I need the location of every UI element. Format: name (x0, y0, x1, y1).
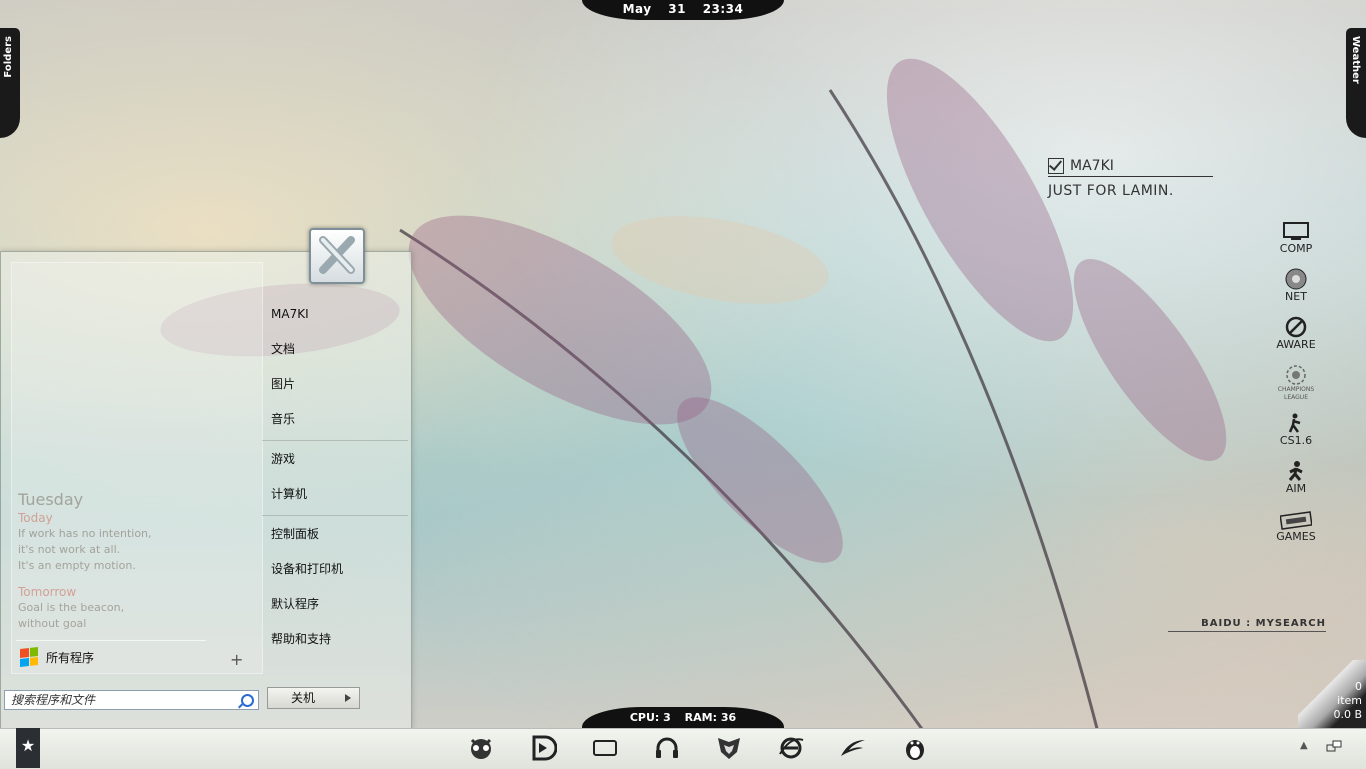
network-icon[interactable] (1326, 740, 1342, 754)
agenda-line: If work has no intention, (18, 527, 152, 540)
agenda-line: without goal (18, 617, 87, 630)
counter-strike-icon (1288, 413, 1301, 433)
tray-expand-icon[interactable]: ▲ (1300, 740, 1308, 751)
launcher-comp[interactable]: COMP (1270, 220, 1322, 268)
taskbar-app[interactable] (512, 733, 574, 763)
bird-icon (841, 740, 865, 756)
recycle-bin-info: 0 item 0.0 B (1333, 680, 1362, 722)
agenda-overlay: Tuesday Today If work has no intention, … (18, 492, 248, 632)
menu-item-control-panel[interactable]: 控制面板 (262, 518, 408, 553)
checkbox-icon[interactable] (1048, 158, 1064, 174)
note-text: JUST FOR LAMIN. (1048, 183, 1174, 199)
play-icon (532, 735, 557, 761)
launcher-label: AWARE (1276, 338, 1316, 351)
launcher-label: CS1.6 (1279, 434, 1313, 447)
launcher-games[interactable]: GAMES (1270, 508, 1322, 556)
taskbar-app[interactable] (884, 733, 946, 763)
note-title: MA7KI (1070, 158, 1114, 174)
shutdown-button[interactable]: 关机 (267, 687, 339, 709)
launcher-dock: COMP NET AWARE CHAMPIONS LEAGUE CS1.6 AI… (1270, 220, 1322, 556)
menu-item-pictures[interactable]: 图片 (262, 368, 408, 403)
ram-usage: RAM: 36 (684, 711, 737, 724)
menu-item-default-programs[interactable]: 默认程序 (262, 588, 408, 623)
menu-item-games[interactable]: 游戏 (262, 443, 408, 478)
divider (262, 440, 408, 441)
launcher-label: NET (1285, 290, 1307, 303)
launcher-aim[interactable]: AIM (1270, 460, 1322, 508)
launcher-label: CHAMPIONS LEAGUE (1277, 386, 1315, 401)
globe-icon (1285, 268, 1307, 290)
start-search-input[interactable]: 搜索程序和文件 (4, 690, 259, 710)
star-icon: ★ (20, 736, 36, 755)
decepticon-icon (718, 738, 740, 759)
menu-item-user[interactable]: MA7KI (262, 298, 408, 333)
launcher-label: AIM (1285, 482, 1307, 495)
taskbar-app[interactable] (636, 733, 698, 763)
menu-item-computer[interactable]: 计算机 (262, 478, 408, 513)
weather-tab[interactable]: Weather (1346, 28, 1366, 138)
launcher-aware[interactable]: AWARE (1270, 316, 1322, 364)
taskbar-app[interactable] (450, 733, 512, 763)
headphones-icon (656, 737, 678, 758)
start-menu-right-pane: MA7KI 文档 图片 音乐 游戏 计算机 控制面板 设备和打印机 默认程序 帮… (262, 298, 408, 658)
search-icon[interactable] (241, 694, 254, 707)
agenda-today: Today (18, 511, 53, 525)
penguin-icon (906, 740, 924, 760)
all-programs-button[interactable]: 所有程序 (20, 647, 95, 667)
agenda-line: Goal is the beacon, (18, 601, 125, 614)
divider (16, 640, 206, 641)
clock-day: 31 (668, 2, 686, 16)
recycle-size: 0.0 B (1333, 708, 1362, 721)
menu-item-documents[interactable]: 文档 (262, 333, 408, 368)
ie-icon (779, 737, 804, 759)
launcher-label: COMP (1279, 242, 1313, 255)
menu-item-help-support[interactable]: 帮助和支持 (262, 623, 408, 658)
taskbar-app[interactable] (698, 733, 760, 763)
launcher-net[interactable]: NET (1270, 268, 1322, 316)
search-placeholder: 搜索程序和文件 (11, 693, 96, 707)
search-widget-label[interactable]: BAIDU : MYSEARCH (1168, 618, 1326, 632)
note-widget: MA7KI JUST FOR LAMIN. (1048, 158, 1213, 199)
aim-runner-icon (1288, 461, 1303, 481)
recycle-count: 0 (1355, 680, 1362, 693)
user-avatar[interactable] (309, 228, 365, 284)
menu-item-devices-printers[interactable]: 设备和打印机 (262, 553, 408, 588)
raccoon-icon (470, 738, 492, 759)
window-icon (593, 740, 617, 756)
monitor-icon (1283, 222, 1309, 240)
no-sign-icon (1285, 316, 1307, 338)
agenda-day: Tuesday (18, 490, 84, 509)
shutdown-options-arrow-icon[interactable] (337, 687, 360, 709)
champions-league-icon (1286, 365, 1306, 385)
all-programs-label: 所有程序 (46, 650, 95, 665)
launcher-champions[interactable]: CHAMPIONS LEAGUE (1270, 364, 1322, 412)
menu-item-music[interactable]: 音乐 (262, 403, 408, 438)
clock-time: 23:34 (702, 2, 744, 16)
taskbar-app[interactable] (822, 733, 884, 763)
start-button[interactable]: ★ (16, 728, 40, 768)
divider (262, 515, 408, 516)
weather-tab-label: Weather (1350, 36, 1361, 84)
taskbar-app[interactable] (574, 733, 636, 763)
folders-tab[interactable]: Folders (0, 28, 20, 138)
agenda-tomorrow: Tomorrow (18, 585, 77, 599)
x-logo-icon (319, 236, 355, 274)
recycle-unit: item (1337, 694, 1362, 707)
taskbar-pinned-apps (450, 733, 946, 763)
cpu-usage: CPU: 3 (629, 711, 671, 724)
taskbar-app[interactable] (760, 733, 822, 763)
agenda-line: it's not work at all. (18, 543, 121, 556)
plus-icon: + (230, 650, 244, 669)
system-monitor: CPU: 3 RAM: 36 (582, 707, 784, 728)
top-clock: May 31 23:34 (582, 0, 784, 20)
agenda-line: It's an empty motion. (18, 559, 136, 572)
folders-tab-label: Folders (3, 36, 14, 78)
launcher-cs16[interactable]: CS1.6 (1270, 412, 1322, 460)
launcher-label: GAMES (1276, 530, 1316, 543)
windows-logo-icon (20, 647, 38, 667)
clock-month: May (622, 2, 652, 16)
ticket-icon (1280, 511, 1312, 530)
